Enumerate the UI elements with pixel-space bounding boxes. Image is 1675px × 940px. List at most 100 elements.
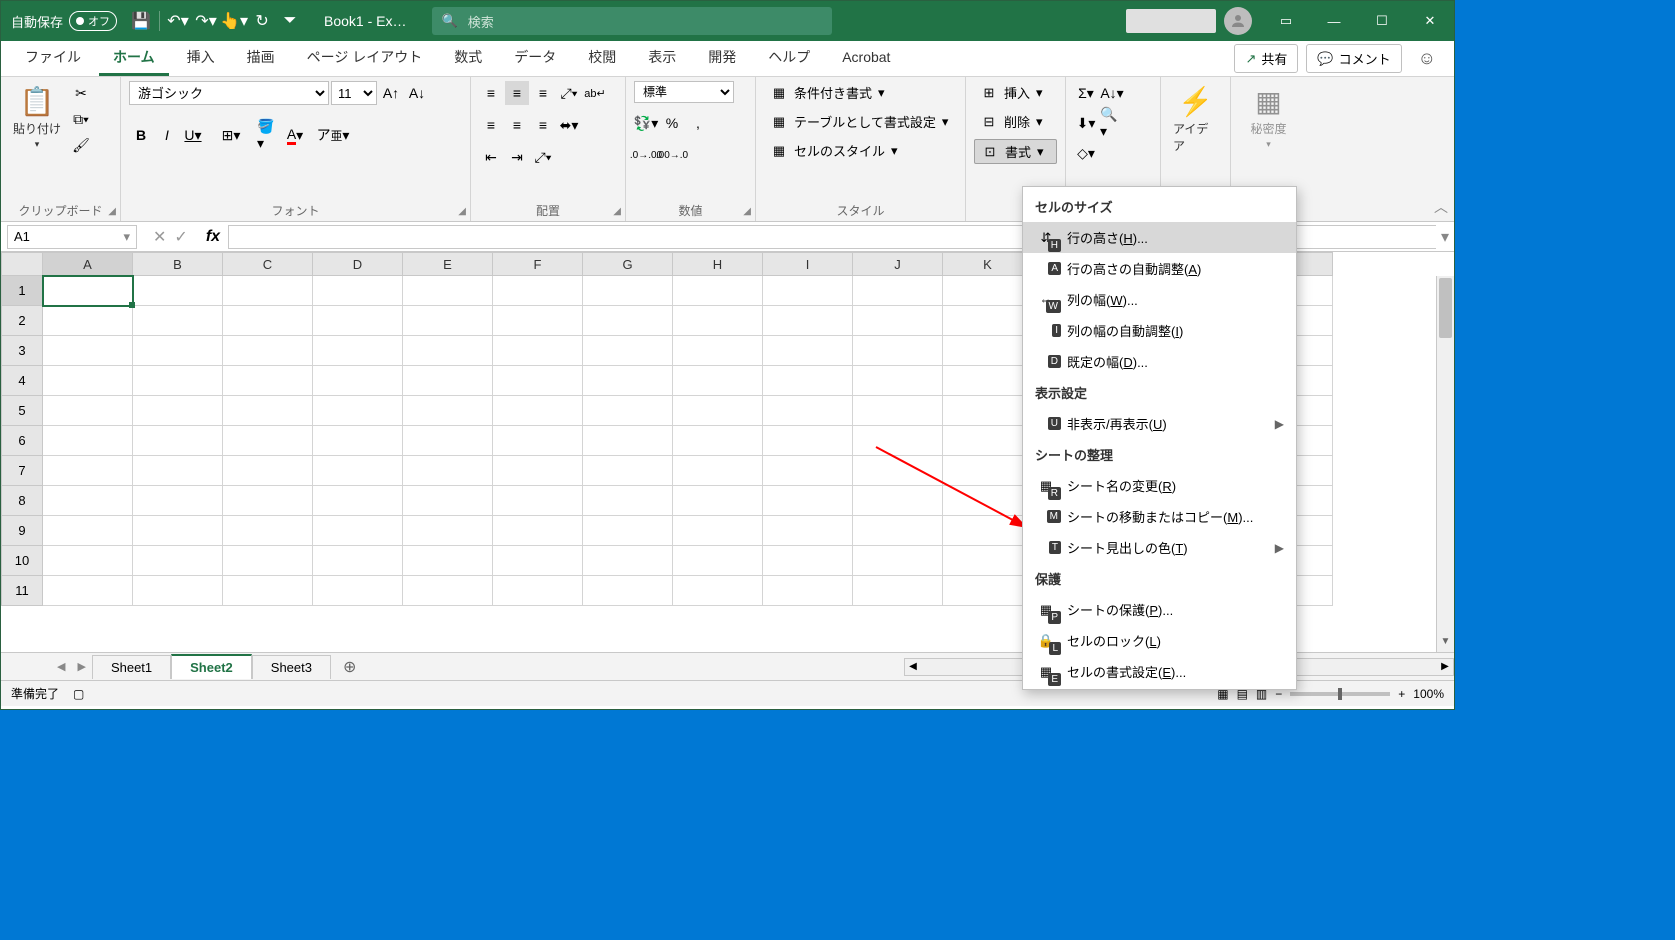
feedback-icon[interactable]: ☺ [1410,48,1444,69]
cell[interactable] [43,456,133,486]
menu-lock-cell[interactable]: 🔒L セルのロック(L) [1023,625,1296,656]
col-header[interactable]: J [853,252,943,276]
cell[interactable] [313,306,403,336]
cell[interactable] [493,516,583,546]
menu-rename-sheet[interactable]: ▦R シート名の変更(R) [1023,470,1296,501]
menu-autofit-row[interactable]: A 行の高さの自動調整(A) [1023,253,1296,284]
cell[interactable] [583,546,673,576]
cell[interactable] [403,396,493,426]
cell[interactable] [853,546,943,576]
cell[interactable] [313,336,403,366]
ideas-button[interactable]: ⚡ アイデア [1169,81,1222,158]
undo-icon[interactable]: ↶▾ [164,7,192,35]
zoom-slider[interactable] [1290,692,1390,696]
underline-button[interactable]: U▾ [181,123,205,147]
cell[interactable] [763,336,853,366]
share-button[interactable]: ↗共有 [1234,44,1298,73]
cell[interactable] [223,396,313,426]
cell[interactable] [43,426,133,456]
row-header[interactable]: 5 [1,396,43,426]
cell[interactable] [853,516,943,546]
sheet-tab[interactable]: Sheet3 [252,655,331,679]
align-left-icon[interactable]: ≡ [479,113,503,137]
cell[interactable] [853,426,943,456]
row-header[interactable]: 8 [1,486,43,516]
cell[interactable] [313,516,403,546]
sheet-tab[interactable]: Sheet2 [171,654,252,679]
col-header[interactable]: B [133,252,223,276]
orientation-icon[interactable]: ⤢▾ [557,81,581,105]
cell[interactable] [133,306,223,336]
cell[interactable] [583,336,673,366]
cell[interactable] [133,486,223,516]
ribbon-mode-icon[interactable]: ▭ [1262,1,1310,41]
cell[interactable] [673,486,763,516]
cell[interactable] [943,456,1033,486]
cell[interactable] [313,546,403,576]
cell[interactable] [493,456,583,486]
minimize-button[interactable]: — [1310,1,1358,41]
cell[interactable] [133,276,223,306]
cell[interactable] [763,576,853,606]
row-header[interactable]: 7 [1,456,43,486]
orientation2-icon[interactable]: ⤢▾ [531,145,555,169]
touch-icon[interactable]: 👆▾ [220,7,248,35]
cell[interactable] [43,396,133,426]
cell[interactable] [763,516,853,546]
cell[interactable] [853,486,943,516]
avatar-icon[interactable] [1224,7,1252,35]
cell[interactable] [43,366,133,396]
cell[interactable] [673,456,763,486]
autosave-toggle[interactable]: 自動保存 オフ [1,11,127,31]
cell[interactable] [223,516,313,546]
cell[interactable] [583,366,673,396]
cell[interactable] [403,486,493,516]
cell[interactable] [133,546,223,576]
select-all-corner[interactable] [1,252,43,276]
tab-acrobat[interactable]: Acrobat [828,43,904,74]
align-bottom-icon[interactable]: ≡ [531,81,555,105]
cell[interactable] [763,486,853,516]
cell[interactable] [403,546,493,576]
copy-icon[interactable]: ⧉▾ [69,107,93,131]
fb-cancel-icon[interactable]: ✕ [153,227,166,247]
conditional-format-button[interactable]: ▦条件付き書式▾ [764,81,957,104]
increase-decimal-icon[interactable]: .0→.00 [634,143,658,167]
cell[interactable] [403,516,493,546]
cell[interactable] [223,276,313,306]
find-icon[interactable]: 🔍▾ [1100,111,1124,135]
font-size-select[interactable]: 11 [331,81,377,105]
cell[interactable] [943,396,1033,426]
fill-icon[interactable]: ⬇▾ [1074,111,1098,135]
formula-expand-icon[interactable]: ▾ [1436,227,1454,247]
cell[interactable] [223,336,313,366]
cell[interactable] [493,336,583,366]
cell[interactable] [583,486,673,516]
menu-autofit-col[interactable]: I 列の幅の自動調整(I) [1023,315,1296,346]
row-header[interactable]: 6 [1,426,43,456]
currency-icon[interactable]: 💱▾ [634,111,658,135]
clear-icon[interactable]: ◇▾ [1074,141,1098,165]
number-format-select[interactable]: 標準 [634,81,734,103]
cell[interactable] [223,486,313,516]
cell[interactable] [673,426,763,456]
align-center-icon[interactable]: ≡ [505,113,529,137]
cell[interactable] [853,396,943,426]
save-icon[interactable]: 💾 [127,7,155,35]
col-header[interactable]: K [943,252,1033,276]
cell[interactable] [223,426,313,456]
cell[interactable] [943,336,1033,366]
tab-home[interactable]: ホーム [99,41,169,76]
clipboard-expand-icon[interactable]: ◢ [108,206,116,217]
cell[interactable] [763,426,853,456]
cell[interactable] [673,306,763,336]
cell[interactable] [853,576,943,606]
cell[interactable] [853,306,943,336]
cell[interactable] [673,576,763,606]
search-box[interactable]: 🔍 検索 [432,7,832,35]
percent-icon[interactable]: % [660,111,684,135]
cell[interactable] [403,366,493,396]
row-header[interactable]: 1 [1,276,43,306]
col-header[interactable]: G [583,252,673,276]
cell[interactable] [493,486,583,516]
